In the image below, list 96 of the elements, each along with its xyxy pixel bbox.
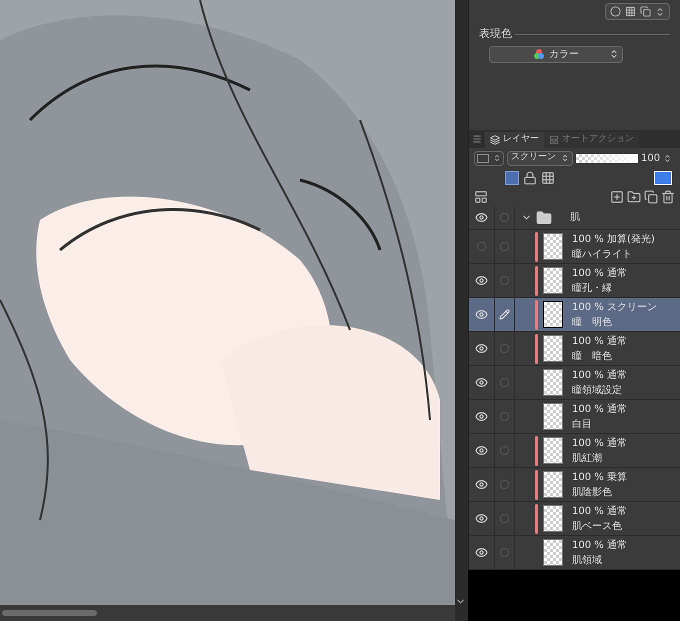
layer-row[interactable]: 100 % 加算(発光) 瞳ハイライト bbox=[469, 230, 680, 264]
eye-icon[interactable] bbox=[475, 274, 488, 287]
eye-icon[interactable] bbox=[475, 342, 488, 355]
checkbox[interactable] bbox=[500, 213, 509, 222]
updown-icon[interactable] bbox=[655, 6, 665, 16]
copy-icon[interactable] bbox=[644, 190, 658, 204]
layer-name: 肌陰影色 bbox=[572, 486, 613, 500]
blend-mode-label: 100 % 通常 bbox=[572, 368, 627, 382]
blend-mode-label: 100 % スクリーン bbox=[572, 300, 657, 314]
trash-icon[interactable] bbox=[661, 190, 675, 204]
copy-icon[interactable] bbox=[640, 6, 651, 17]
blend-mode-label: 100 % 通常 bbox=[572, 504, 627, 518]
panel-icon[interactable] bbox=[474, 190, 488, 204]
eye-icon[interactable] bbox=[475, 211, 488, 224]
icon-group[interactable] bbox=[605, 3, 670, 20]
layer-thumbnail bbox=[543, 233, 563, 260]
eye-icon[interactable] bbox=[475, 478, 488, 491]
menu-icon[interactable] bbox=[472, 134, 482, 144]
layer-name: 瞳 明色 bbox=[572, 316, 613, 330]
blend-mode-label: 100 % 通常 bbox=[572, 436, 627, 450]
layer-row[interactable]: 100 % 通常 肌領域 bbox=[469, 536, 680, 570]
layer-row[interactable]: 100 % 通常 肌紅潮 bbox=[469, 434, 680, 468]
layer-row[interactable]: 100 % 通常 瞳 暗色 bbox=[469, 332, 680, 366]
layer-thumbnail bbox=[543, 267, 563, 294]
opacity-slider[interactable] bbox=[576, 154, 638, 162]
folder-icon bbox=[536, 210, 552, 226]
checkbox[interactable] bbox=[500, 480, 509, 489]
layer-name: 瞳ハイライト bbox=[572, 248, 633, 262]
layer-thumbnail bbox=[543, 471, 563, 498]
checkbox[interactable] bbox=[500, 378, 509, 387]
layer-row[interactable]: 100 % スクリーン 瞳 明色 bbox=[469, 298, 680, 332]
checkbox[interactable] bbox=[500, 446, 509, 455]
color-mode-dropdown[interactable]: カラー bbox=[489, 46, 623, 62]
checkbox[interactable] bbox=[500, 276, 509, 285]
layer-row[interactable]: 100 % 通常 白目 bbox=[469, 400, 680, 434]
pencil-icon bbox=[499, 309, 510, 320]
grid-icon[interactable] bbox=[625, 6, 636, 17]
layer-thumbnail bbox=[543, 335, 563, 362]
color-swatch-dropdown[interactable] bbox=[474, 150, 504, 166]
horizontal-scrollbar[interactable] bbox=[0, 605, 455, 621]
layer-row[interactable]: 100 % 通常 肌ベース色 bbox=[469, 502, 680, 536]
grid-icon[interactable] bbox=[541, 171, 555, 185]
new-folder-icon[interactable] bbox=[627, 190, 641, 204]
layer-thumbnail bbox=[543, 505, 563, 532]
layer-thumbnail bbox=[543, 437, 563, 464]
hidden-toggle[interactable] bbox=[477, 242, 486, 251]
layer-row[interactable]: 100 % 乗算 肌陰影色 bbox=[469, 468, 680, 502]
circle-icon[interactable] bbox=[610, 6, 621, 17]
panel-tab[interactable]: レイヤー bbox=[485, 132, 544, 148]
checkbox[interactable] bbox=[500, 412, 509, 421]
clip-toggle[interactable] bbox=[505, 171, 519, 185]
layer-color-toggle[interactable] bbox=[654, 171, 672, 185]
layer-thumbnail bbox=[543, 539, 563, 566]
panel-icon bbox=[549, 135, 559, 145]
layer-thumbnail bbox=[543, 403, 563, 430]
blend-mode-label: 100 % 通常 bbox=[572, 334, 627, 348]
blend-mode-label: 100 % 乗算 bbox=[572, 470, 627, 484]
folder-name: 肌 bbox=[570, 211, 580, 225]
scroll-thumb[interactable] bbox=[2, 610, 97, 616]
layer-name: 瞳 暗色 bbox=[572, 350, 613, 364]
section-label: 表現色 bbox=[479, 26, 512, 42]
eye-icon[interactable] bbox=[475, 546, 488, 559]
layer-thumbnail bbox=[543, 301, 563, 328]
layer-name: 瞳領域設定 bbox=[572, 384, 623, 398]
color-circles-icon bbox=[533, 48, 545, 60]
blend-mode-label: 100 % 通常 bbox=[572, 266, 627, 280]
eye-icon[interactable] bbox=[475, 376, 488, 389]
blend-mode-label: 100 % 通常 bbox=[572, 538, 627, 552]
checkbox[interactable] bbox=[500, 242, 509, 251]
layer-name: 瞳孔・縁 bbox=[572, 282, 613, 296]
stepper-icon[interactable] bbox=[663, 154, 672, 162]
layer-name: 肌領域 bbox=[572, 554, 603, 568]
updown-icon bbox=[561, 154, 569, 162]
updown-icon bbox=[493, 154, 501, 162]
layers-icon bbox=[490, 135, 500, 145]
checkbox[interactable] bbox=[500, 548, 509, 557]
eye-icon[interactable] bbox=[475, 308, 488, 321]
blend-mode-dropdown[interactable]: スクリーン bbox=[507, 150, 573, 166]
checkbox[interactable] bbox=[500, 514, 509, 523]
new-layer-icon[interactable] bbox=[610, 190, 624, 204]
opacity-value: 100 bbox=[641, 152, 660, 166]
checkbox[interactable] bbox=[500, 344, 509, 353]
layer-name: 肌紅潮 bbox=[572, 452, 603, 466]
blend-mode-label: 100 % 通常 bbox=[572, 402, 627, 416]
layer-name: 肌ベース色 bbox=[572, 520, 623, 534]
lock-icon[interactable] bbox=[523, 171, 537, 185]
updown-icon bbox=[609, 49, 619, 59]
vertical-scrollbar[interactable] bbox=[455, 0, 468, 621]
layer-thumbnail bbox=[543, 369, 563, 396]
layer-row[interactable]: 100 % 通常 瞳領域設定 bbox=[469, 366, 680, 400]
blend-mode-label: 100 % 加算(発光) bbox=[572, 232, 655, 246]
layer-row[interactable]: 100 % 通常 瞳孔・縁 bbox=[469, 264, 680, 298]
layer-name: 白目 bbox=[572, 418, 593, 432]
eye-icon[interactable] bbox=[475, 410, 488, 423]
eye-icon[interactable] bbox=[475, 512, 488, 525]
eye-icon[interactable] bbox=[475, 444, 488, 457]
